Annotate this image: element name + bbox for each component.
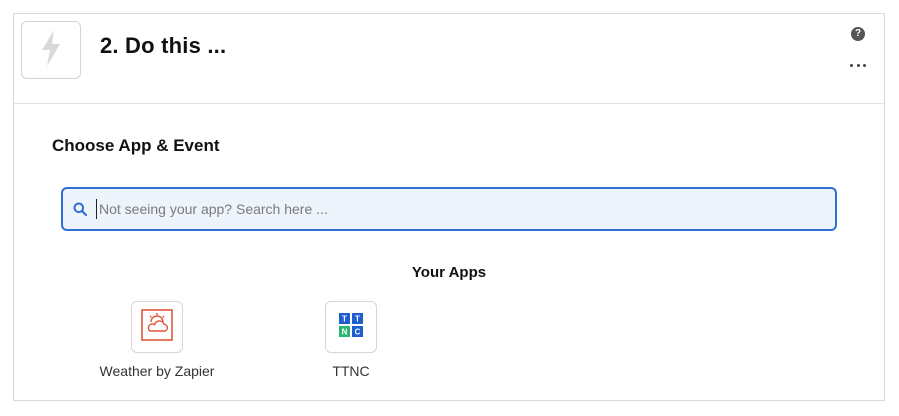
app-label: TTNC (332, 363, 370, 379)
app-tile[interactable]: T T N C (325, 301, 377, 353)
step-title: 2. Do this ... (100, 33, 227, 58)
help-icon[interactable]: ? (851, 27, 865, 41)
ttnc-letter: N (342, 327, 348, 336)
dot (856, 63, 860, 67)
your-apps-heading: Your Apps (411, 264, 487, 281)
ttnc-letter: T (342, 314, 347, 323)
ttnc-logo-icon: T T N C (339, 312, 363, 342)
dot (850, 63, 853, 67)
dot (863, 63, 866, 67)
search-icon (72, 201, 88, 217)
ttnc-letter: T (355, 314, 360, 323)
app-label: Weather by Zapier (99, 363, 215, 379)
search-input[interactable] (96, 199, 835, 219)
weather-cloud-sun-icon (141, 308, 173, 346)
more-options-icon[interactable] (850, 60, 866, 70)
app-search-field[interactable] (61, 187, 837, 231)
lightning-bolt-icon (40, 29, 62, 71)
action-step-card: 2. Do this ... ? Choose App & Event Your… (13, 13, 885, 401)
step-icon-box (21, 21, 81, 79)
app-tile[interactable] (131, 301, 183, 353)
step-header: 2. Do this ... ? (14, 14, 884, 104)
app-weather-by-zapier[interactable]: Weather by Zapier (82, 301, 232, 379)
app-ttnc[interactable]: T T N C TTNC (276, 301, 426, 379)
section-title: Choose App & Event (52, 136, 220, 155)
ttnc-letter: C (355, 327, 361, 336)
